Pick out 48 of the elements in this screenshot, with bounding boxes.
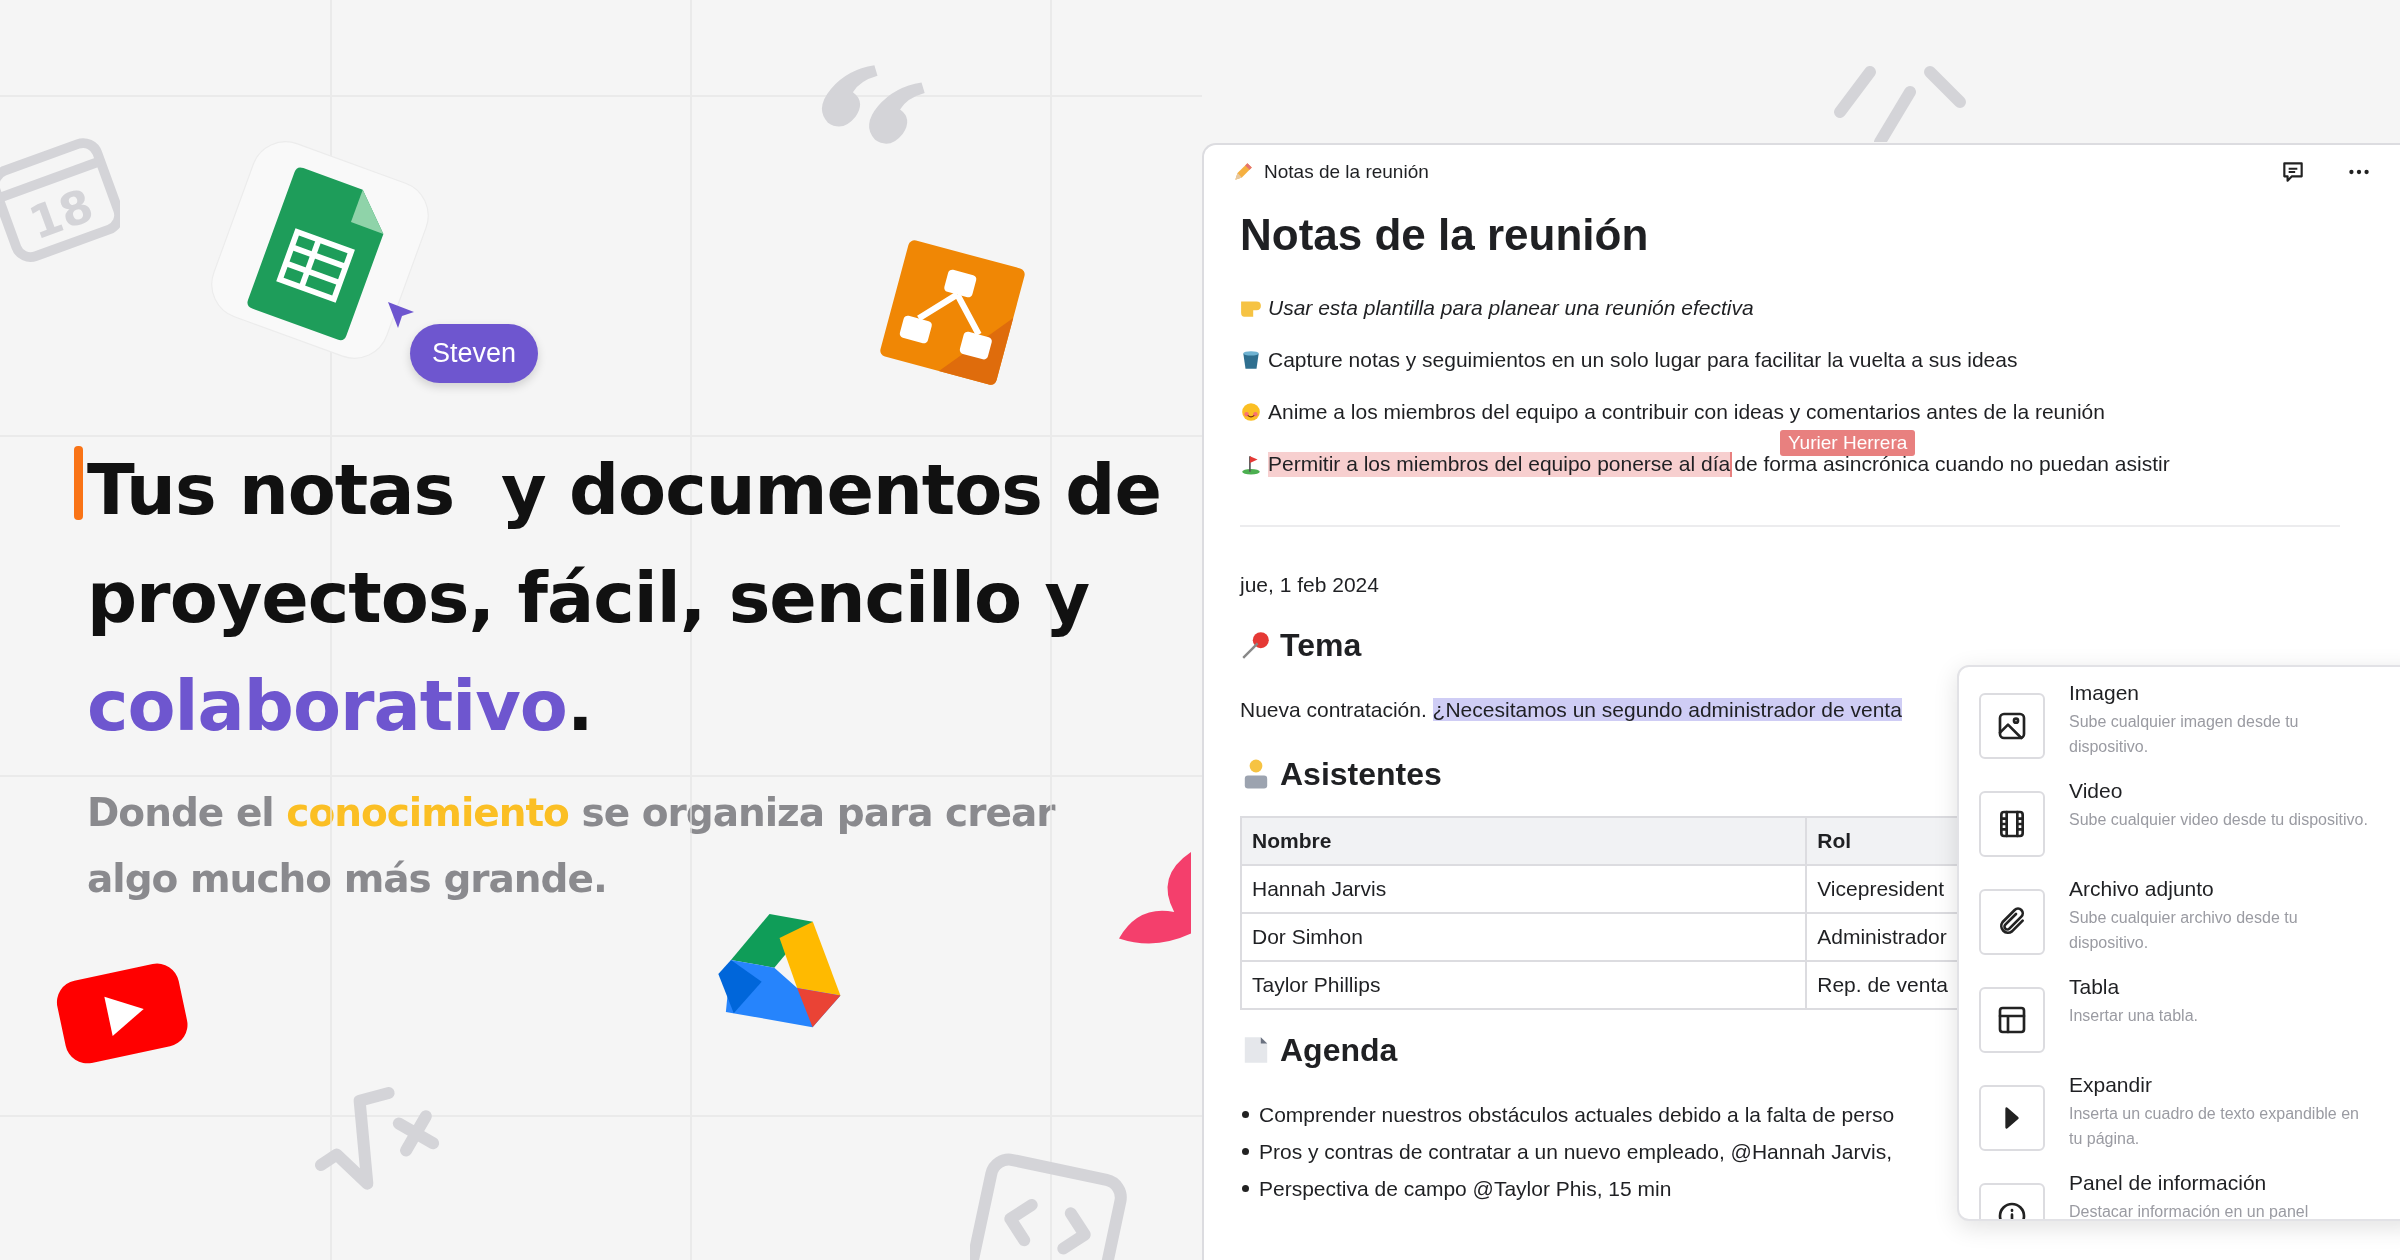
- list-item: Comprender nuestros obstáculos actuales debido a la falta de perso: [1259, 1102, 1895, 1127]
- paragraph: Anime a los miembros del equipo a contribuir con ideas y comentarios antes de la reunión: [1268, 400, 2105, 424]
- menu-item-title[interactable]: Expandir: [2069, 1073, 2369, 1097]
- menu-item-description: Sube cualquier video desde tu dispositivo.: [2069, 810, 2369, 830]
- menu-item-title[interactable]: Video: [2069, 779, 2369, 803]
- bucket-emoji-icon: [1240, 349, 1262, 371]
- bullet-dot: [1242, 1111, 1249, 1118]
- menu-item-title[interactable]: Tabla: [2069, 975, 2369, 999]
- menu-item-description: Insertar una tabla.: [2069, 1006, 2199, 1026]
- image-icon[interactable]: [1979, 693, 2045, 759]
- subtitle: Donde el conocimiento se organiza para crear algo mucho más grande.: [87, 789, 1057, 903]
- paragraph: Usar esta plantilla para planear una reunión efectiva: [1268, 296, 1754, 320]
- pin-emoji-icon: [1240, 629, 1272, 661]
- play-icon[interactable]: [1979, 1085, 2045, 1151]
- table-icon[interactable]: [1979, 987, 2045, 1053]
- smile-emoji-icon: [1240, 401, 1262, 423]
- date-text: jue, 1 feb 2024: [1240, 573, 1380, 597]
- section-heading: Agenda: [1280, 1031, 1398, 1069]
- section-heading: Tema: [1280, 626, 1362, 664]
- collaborator-tag: Steven: [410, 324, 539, 383]
- table-cell: Hannah Jarvis: [1241, 865, 1807, 913]
- menu-item-description: Sube cualquier archivo desde tu dispositivo.: [2069, 908, 2299, 953]
- paragraph: Nueva contratación. ¿Necesitamos un segundo administrador de venta: [1240, 698, 1903, 722]
- table-cell: Taylor Phillips: [1241, 961, 1807, 1009]
- list-item: Pros y contras de contratar a un nuevo empleado, @Hannah Jarvis,: [1259, 1139, 1892, 1164]
- flag-emoji-icon: [1240, 453, 1262, 475]
- paragraph: Capture notas y seguimientos en un solo lugar para facilitar la vuelta a sus ideas: [1268, 348, 2018, 372]
- column-header: Nombre: [1241, 817, 1807, 865]
- clip-icon[interactable]: [1979, 889, 2045, 955]
- page-title: Notas de la reunión: [1240, 210, 1650, 260]
- section-heading: Asistentes: [1280, 755, 1442, 793]
- collaborator-cursor-tag: Yurier Herrera: [1780, 430, 1916, 456]
- list-item: Perspectiva de campo @Taylor Phis, 15 min: [1259, 1176, 1672, 1201]
- bullet-dot: [1242, 1148, 1249, 1155]
- menu-item-title[interactable]: Archivo adjunto: [2069, 877, 2369, 901]
- column-header: Rol: [1806, 817, 1959, 865]
- breadcrumb[interactable]: Notas de la reunión: [1232, 161, 1429, 183]
- menu-item-description: Sube cualquier imagen desde tu dispositivo.: [2069, 712, 2300, 757]
- pencil-icon: [1232, 161, 1254, 183]
- headline: Tus notas y documentos de proyectos, fácil, sencillo y colaborativo.: [87, 448, 1162, 749]
- comment-icon[interactable]: [2280, 159, 2306, 185]
- table-cell: Dor Simhon: [1241, 913, 1807, 961]
- menu-item-title[interactable]: Imagen: [2069, 681, 2369, 705]
- film-icon[interactable]: [1979, 791, 2045, 857]
- menu-item-title[interactable]: Panel de información: [2069, 1171, 2369, 1195]
- cursor-arrow-icon: [386, 300, 416, 330]
- menu-item-description: Inserta un cuadro de texto expandible en tu página.: [2069, 1104, 2360, 1149]
- bullet-dot: [1242, 1185, 1249, 1192]
